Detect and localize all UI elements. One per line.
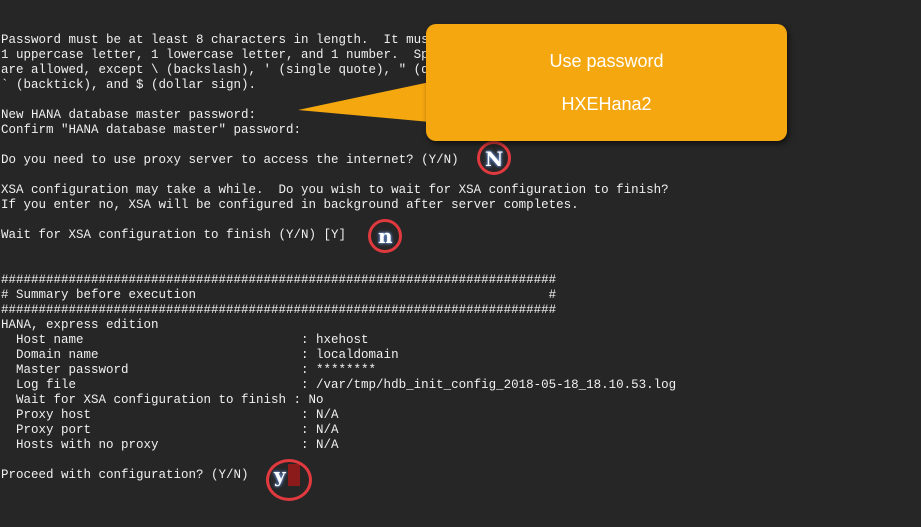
terminal-line: XSA configuration may take a while. Do y…: [1, 183, 669, 197]
summary-border: ########################################…: [1, 303, 557, 317]
summary-row: Master password : ********: [1, 363, 377, 377]
proxy-prompt: Do you need to use proxy server to acces…: [1, 153, 459, 167]
summary-border: ########################################…: [1, 273, 557, 287]
summary-title: HANA, express edition: [1, 318, 159, 332]
terminal-line: If you enter no, XSA will be configured …: [1, 198, 579, 212]
summary-row: Proxy host : N/A: [1, 408, 339, 422]
wait-xsa-answer: n: [378, 224, 393, 248]
terminal-line: ` (backtick), and $ (dollar sign).: [1, 78, 257, 92]
summary-row: Host name : hxehost: [1, 333, 369, 347]
summary-row: Proxy port : N/A: [1, 423, 339, 437]
password-prompt: New HANA database master password:: [1, 108, 257, 122]
confirm-password-prompt: Confirm "HANA database master" password:: [1, 123, 302, 137]
summary-row: Log file : /var/tmp/hdb_init_config_2018…: [1, 378, 677, 392]
proceed-prompt: Proceed with configuration? (Y/N): [1, 468, 249, 482]
proxy-answer: N: [485, 147, 504, 171]
callout-title: Use password: [549, 51, 664, 71]
proceed-answer: y: [274, 463, 286, 487]
summary-heading: # Summary before execution #: [1, 288, 557, 302]
password-callout: Use password HXEHana2: [426, 24, 787, 141]
summary-row: Domain name : localdomain: [1, 348, 399, 362]
summary-row: Wait for XSA configuration to finish : N…: [1, 393, 324, 407]
wait-xsa-prompt: Wait for XSA configuration to finish (Y/…: [1, 228, 347, 242]
highlight-ring: [266, 459, 312, 501]
callout-password: HXEHana2: [561, 94, 652, 114]
summary-row: Hosts with no proxy : N/A: [1, 438, 339, 452]
